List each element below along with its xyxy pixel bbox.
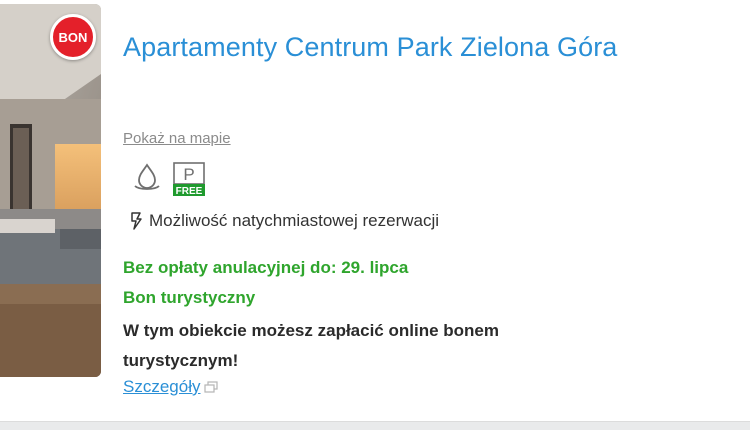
show-on-map-link[interactable]: Pokaż na mapie xyxy=(123,130,231,147)
lightning-icon xyxy=(131,212,142,230)
details-link[interactable]: Szczegóły xyxy=(123,377,219,397)
svg-text:P: P xyxy=(183,165,194,184)
instant-booking: Możliwość natychmiastowej rezerwacji xyxy=(129,211,439,231)
svg-text:FREE: FREE xyxy=(176,186,203,196)
listing-title[interactable]: Apartamenty Centrum Park Zielona Góra xyxy=(123,30,683,64)
instant-booking-label: Możliwość natychmiastowej rezerwacji xyxy=(149,211,440,230)
free-cancellation-text: Bez opłaty anulacyjnej do: 29. lipca xyxy=(123,258,409,277)
water-drop-icon xyxy=(134,163,160,190)
details-link-label[interactable]: Szczegóły xyxy=(123,377,200,397)
bedroom-photo xyxy=(0,4,101,377)
free-parking-icon: P FREE xyxy=(173,162,205,196)
listing-photo[interactable]: BON xyxy=(0,4,101,377)
bon-description: W tym obiekcie możesz zapłacić online bo… xyxy=(123,321,499,370)
bon-title: Bon turystyczny xyxy=(123,288,256,307)
amenities-row: P FREE xyxy=(133,162,205,196)
external-window-icon xyxy=(204,381,219,393)
listing-card: BON Apartamenty Centrum Park Zielona Gór… xyxy=(0,0,750,422)
bon-badge: BON xyxy=(50,14,96,60)
